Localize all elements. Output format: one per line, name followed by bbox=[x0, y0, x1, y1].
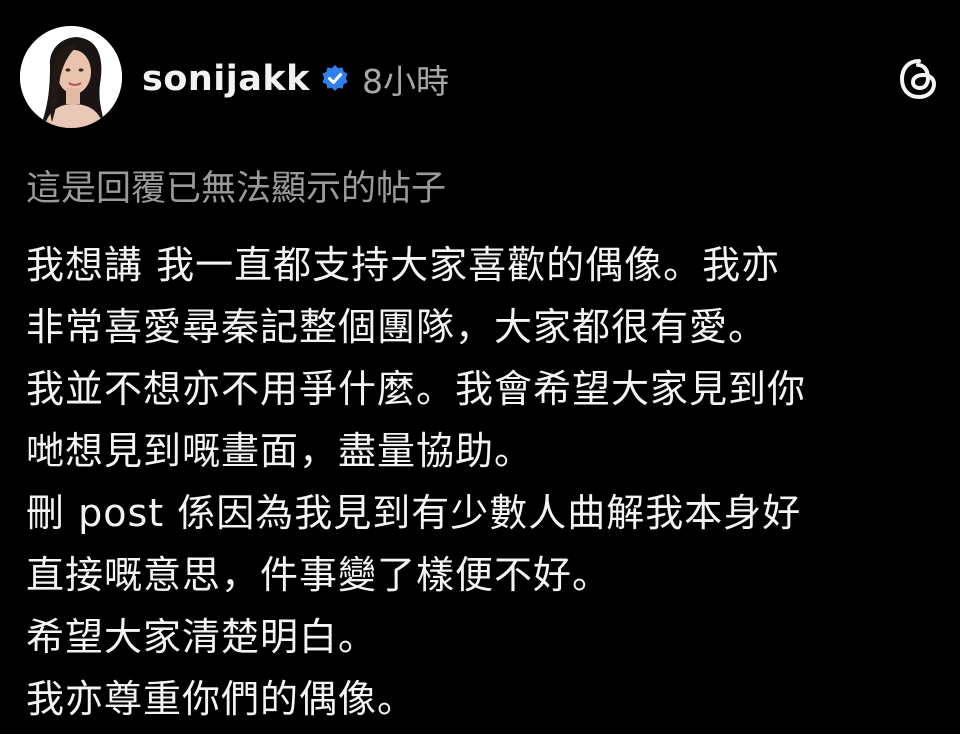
post-line: 直接嘅意思，件事變了樣便不好。 bbox=[26, 553, 612, 597]
post-line: 希望大家清楚明白。 bbox=[26, 615, 378, 659]
post-line: 哋想見到嘅畫面，盡量協助。 bbox=[26, 429, 534, 473]
avatar[interactable] bbox=[20, 26, 122, 128]
post-body: 我想講 我一直都支持大家喜歡的偶像。我亦 非常喜愛尋秦記整個團隊，大家都很有愛。… bbox=[26, 234, 946, 730]
verified-badge-icon bbox=[320, 64, 350, 94]
threads-logo-icon[interactable] bbox=[897, 57, 941, 101]
post-line: 我亦尊重你們的偶像。 bbox=[26, 677, 417, 721]
username[interactable]: sonijakk bbox=[142, 59, 310, 99]
post-header: sonijakk 8小時 bbox=[142, 54, 449, 104]
avatar-photo bbox=[20, 26, 122, 128]
post-line: 非常喜愛尋秦記整個團隊，大家都很有愛。 bbox=[26, 305, 768, 349]
post-line: 我想講 我一直都支持大家喜歡的偶像。我亦 bbox=[26, 243, 781, 287]
post-time: 8小時 bbox=[361, 62, 449, 101]
post-line: 刪 post 係因為我見到有少數人曲解我本身好 bbox=[26, 491, 802, 535]
post-line: 我並不想亦不用爭什麼。我會希望大家見到你 bbox=[26, 367, 807, 411]
threads-post: sonijakk 8小時 這是回覆已無法顯示的帖子 我想講 我一直都支持大家喜歡… bbox=[0, 0, 960, 734]
reply-unavailable-note: 這是回覆已無法顯示的帖子 bbox=[26, 169, 447, 209]
